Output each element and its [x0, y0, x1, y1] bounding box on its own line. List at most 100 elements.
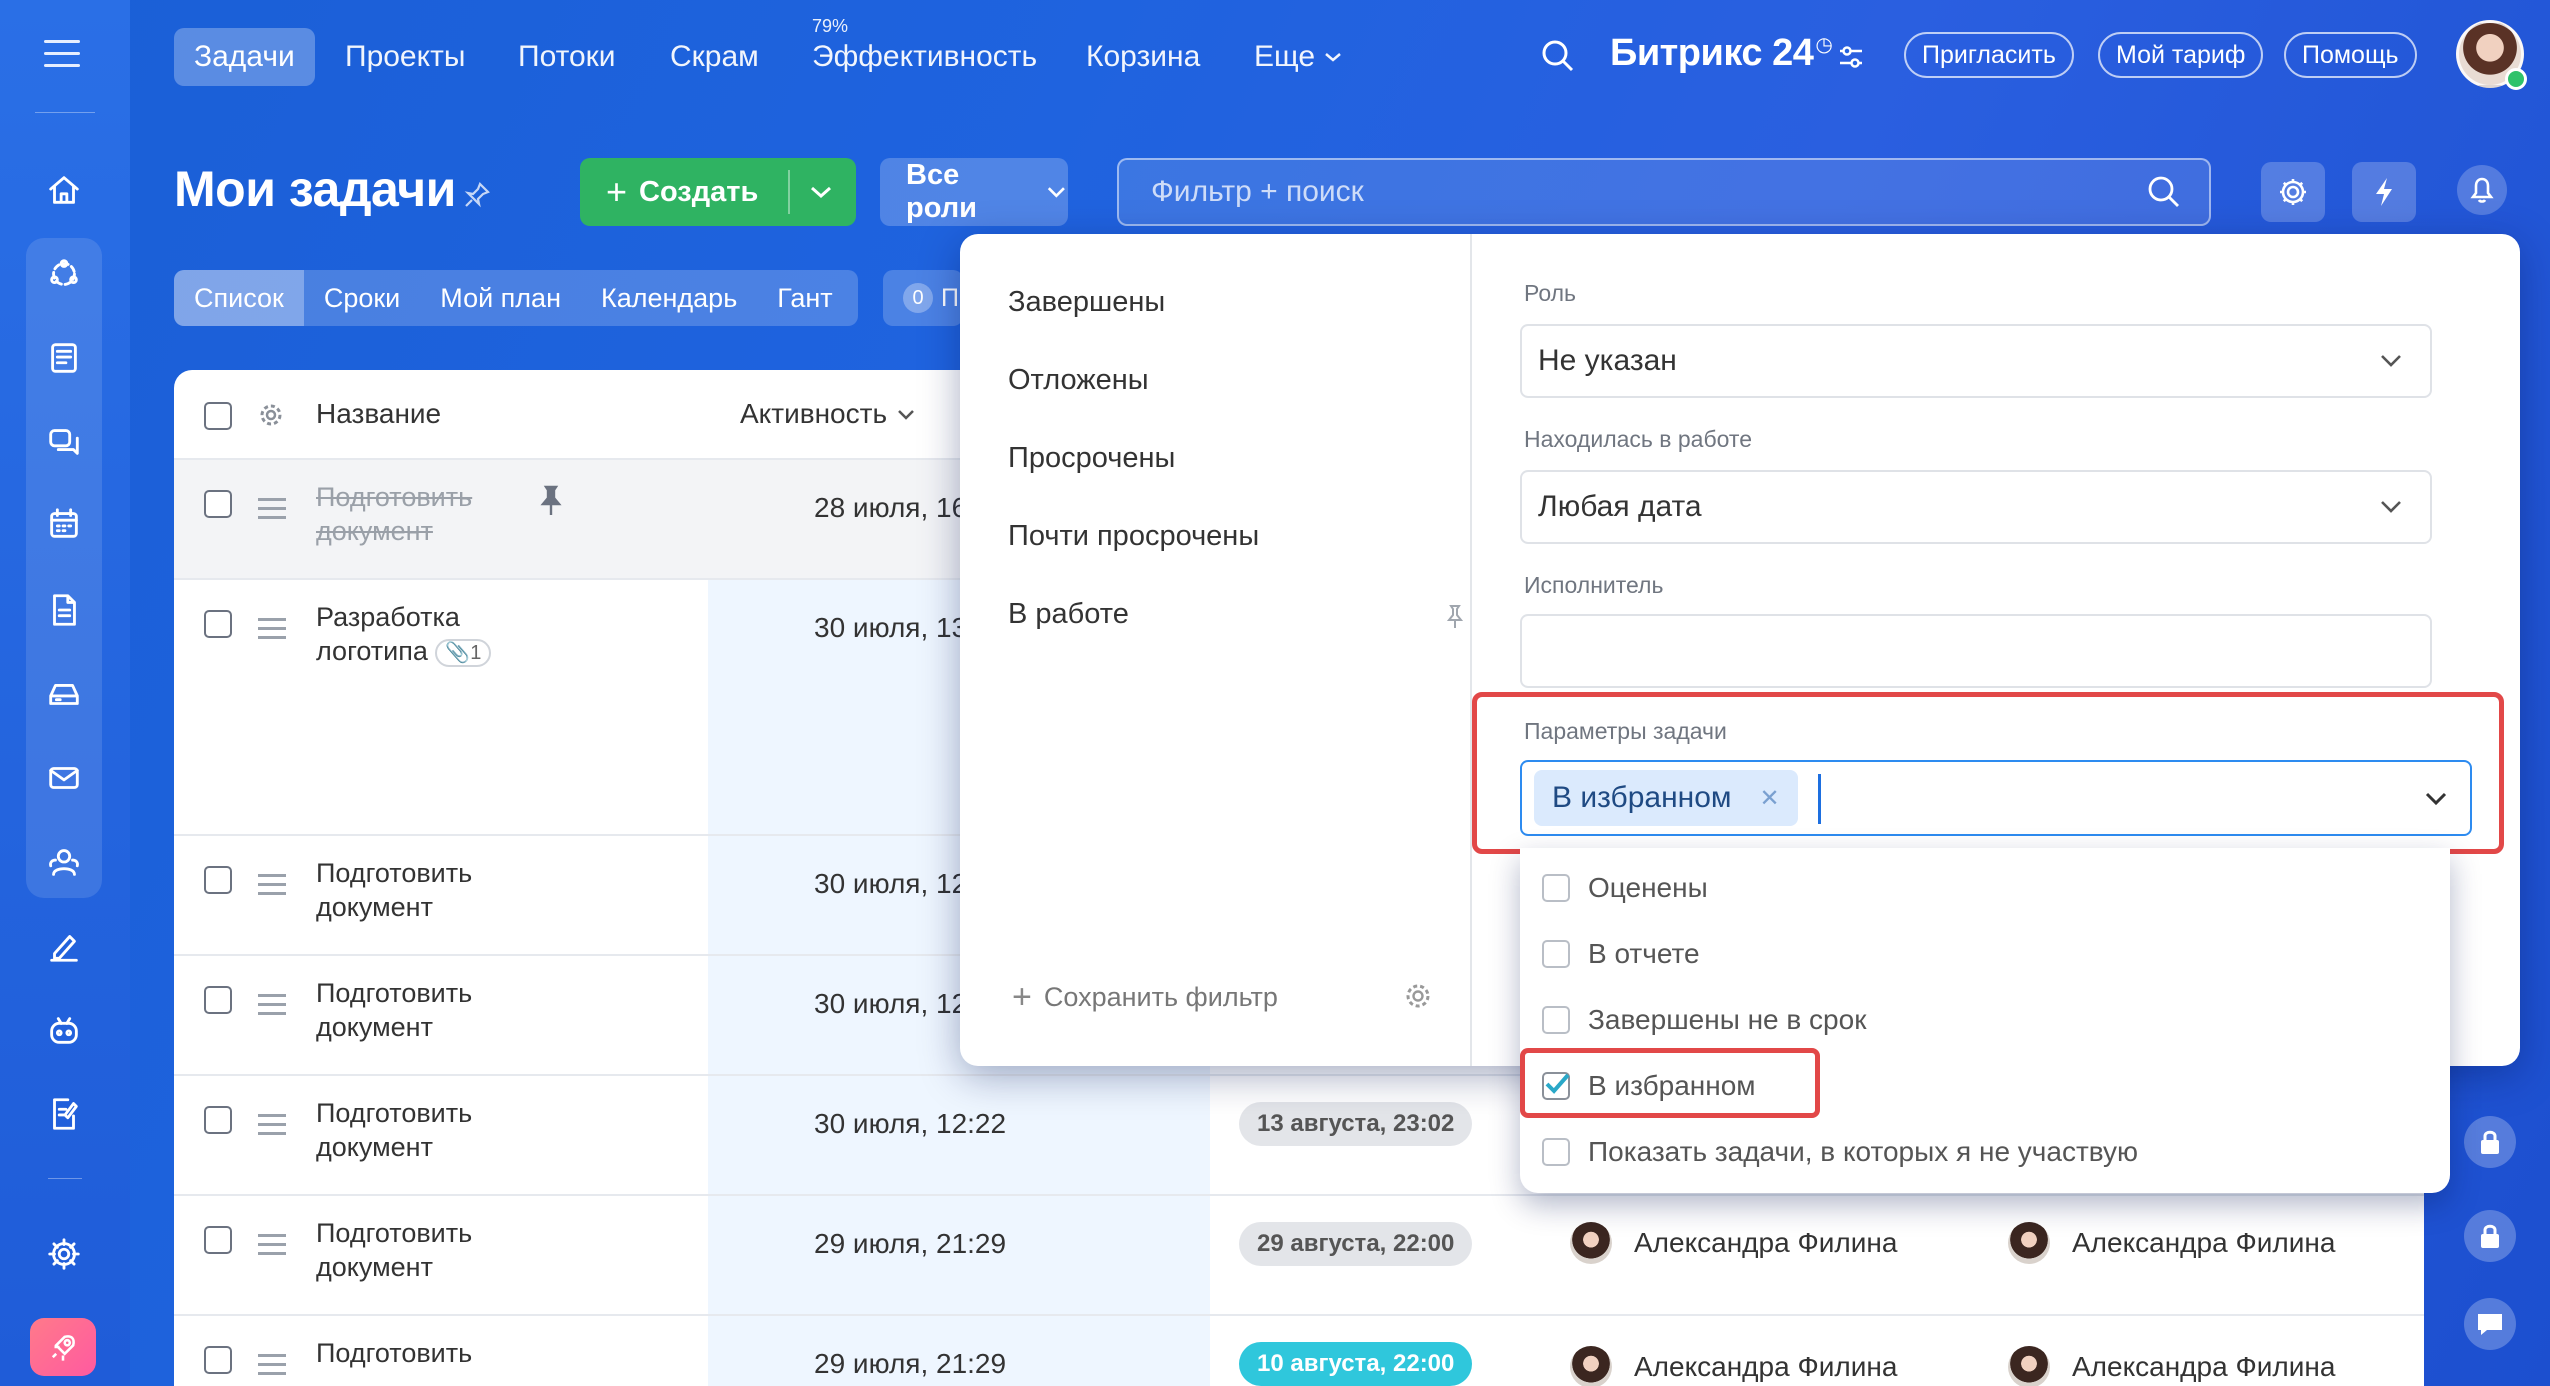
- role-select[interactable]: Не указан: [1520, 324, 2432, 398]
- brand-logo[interactable]: Битрикс 24 ◷: [1610, 32, 1833, 75]
- task-params-select[interactable]: В избранном ✕: [1520, 760, 2472, 836]
- deadline-badge[interactable]: 10 августа, 22:00: [1239, 1342, 1473, 1386]
- task-name[interactable]: Подготовить: [316, 1336, 556, 1370]
- pin-icon[interactable]: [1446, 604, 1464, 630]
- nav-tab-efficiency[interactable]: Эффективность: [812, 28, 1037, 86]
- task-name[interactable]: Разработка логотипа 📎 1: [316, 600, 556, 668]
- home-icon[interactable]: [40, 166, 88, 214]
- option-checkbox[interactable]: [1542, 1006, 1570, 1034]
- lock-icon[interactable]: [2464, 1116, 2516, 1168]
- nav-tab-tasks[interactable]: Задачи: [174, 28, 315, 86]
- option-checkbox[interactable]: [1542, 1138, 1570, 1166]
- assignee-input[interactable]: [1520, 614, 2432, 688]
- assignee[interactable]: Александра Филина: [2008, 1222, 2335, 1264]
- drag-handle-icon[interactable]: [258, 1114, 286, 1141]
- option-in-report[interactable]: В отчете: [1542, 938, 1700, 970]
- column-header-activity[interactable]: Активность: [740, 398, 917, 430]
- tariff-button[interactable]: Мой тариф: [2098, 32, 2264, 78]
- preset-almost-overdue[interactable]: Почти просрочены: [1008, 520, 1259, 553]
- option-checkbox[interactable]: [1542, 940, 1570, 968]
- chat-icon[interactable]: [40, 418, 88, 466]
- option-checkbox[interactable]: [1542, 874, 1570, 902]
- invite-button[interactable]: Пригласить: [1904, 32, 2074, 78]
- calendar-icon[interactable]: [40, 500, 88, 548]
- deadline-badge[interactable]: 13 августа, 23:02: [1239, 1102, 1473, 1146]
- worked-select[interactable]: Любая дата: [1520, 470, 2432, 544]
- robot-icon[interactable]: [40, 1006, 88, 1054]
- help-button[interactable]: Помощь: [2284, 32, 2417, 78]
- row-checkbox[interactable]: [204, 1346, 232, 1374]
- menu-icon[interactable]: [44, 40, 80, 76]
- close-icon[interactable]: ✕: [1760, 784, 1780, 813]
- option-rated[interactable]: Оценены: [1542, 872, 1708, 904]
- drag-handle-icon[interactable]: [258, 874, 286, 901]
- task-name[interactable]: Подготовить документ: [316, 1096, 556, 1164]
- gear-icon[interactable]: [256, 400, 286, 430]
- mail-icon[interactable]: [40, 754, 88, 802]
- drag-handle-icon[interactable]: [258, 994, 286, 1021]
- nav-tab-more[interactable]: Еще: [1254, 28, 1343, 86]
- nav-tab-projects[interactable]: Проекты: [345, 28, 465, 86]
- preset-overdue[interactable]: Просрочены: [1008, 442, 1175, 475]
- chevron-down-icon[interactable]: [808, 180, 834, 204]
- assignee[interactable]: Александра Филина: [2008, 1346, 2335, 1386]
- filter-search-input[interactable]: Фильтр + поиск: [1117, 158, 2211, 226]
- gear-icon[interactable]: [1402, 980, 1434, 1012]
- table-row[interactable]: Подготовить документ 29 июля, 21:29 29 а…: [174, 1196, 2424, 1316]
- drag-handle-icon[interactable]: [258, 618, 286, 645]
- employees-icon[interactable]: [40, 838, 88, 886]
- option-completed-late[interactable]: Завершены не в срок: [1542, 1004, 1866, 1036]
- automation-button[interactable]: [2352, 162, 2416, 222]
- task-name[interactable]: Подготовить документ: [316, 856, 556, 924]
- feed-icon[interactable]: [40, 334, 88, 382]
- row-checkbox[interactable]: [204, 986, 232, 1014]
- drive-icon[interactable]: [40, 670, 88, 718]
- option-not-participating[interactable]: Показать задачи, в которых я не участвую: [1542, 1136, 2138, 1168]
- bell-icon[interactable]: [2456, 164, 2508, 216]
- nav-tab-scrum[interactable]: Скрам: [670, 28, 759, 86]
- row-checkbox[interactable]: [204, 490, 232, 518]
- task-name[interactable]: Подготовить документ: [316, 480, 556, 548]
- crm-icon[interactable]: [40, 250, 88, 298]
- tab-list[interactable]: Список: [174, 270, 304, 326]
- tab-my-plan[interactable]: Мой план: [420, 270, 581, 326]
- drag-handle-icon[interactable]: [258, 1234, 286, 1261]
- tab-gantt[interactable]: Гант: [757, 270, 852, 326]
- preset-in-progress[interactable]: В работе: [1008, 598, 1129, 631]
- table-row[interactable]: Подготовить 29 июля, 21:29 10 августа, 2…: [174, 1316, 2424, 1386]
- pin-icon[interactable]: [540, 484, 562, 518]
- select-all-checkbox[interactable]: [204, 402, 232, 430]
- settings-icon[interactable]: [40, 1230, 88, 1278]
- save-filter-button[interactable]: + Сохранить фильтр: [1012, 978, 1278, 1017]
- selected-chip[interactable]: В избранном ✕: [1534, 770, 1798, 826]
- chevron-down-icon[interactable]: [2424, 790, 2448, 808]
- row-checkbox[interactable]: [204, 1226, 232, 1254]
- document-icon[interactable]: [40, 586, 88, 634]
- pin-icon[interactable]: [462, 180, 492, 210]
- counter-pill[interactable]: 0П: [883, 270, 963, 326]
- create-button[interactable]: + Создать: [580, 158, 856, 226]
- rocket-icon[interactable]: [30, 1318, 96, 1376]
- deadline-badge[interactable]: 29 августа, 22:00: [1239, 1222, 1473, 1266]
- settings-button[interactable]: [2261, 162, 2325, 222]
- chat-icon[interactable]: [2464, 1298, 2516, 1350]
- tab-deadlines[interactable]: Сроки: [304, 270, 420, 326]
- drag-handle-icon[interactable]: [258, 498, 286, 525]
- edit-doc-icon[interactable]: [40, 1090, 88, 1138]
- row-checkbox[interactable]: [204, 1106, 232, 1134]
- task-name[interactable]: Подготовить документ: [316, 1216, 556, 1284]
- task-name[interactable]: Подготовить документ: [316, 976, 556, 1044]
- lock-icon[interactable]: [2464, 1210, 2516, 1262]
- brand-settings-icon[interactable]: [1836, 42, 1866, 72]
- nav-tab-flows[interactable]: Потоки: [518, 28, 616, 86]
- roles-dropdown[interactable]: Все роли: [880, 158, 1068, 226]
- sign-icon[interactable]: [40, 922, 88, 970]
- column-header-name[interactable]: Название: [316, 398, 441, 430]
- drag-handle-icon[interactable]: [258, 1354, 286, 1381]
- row-checkbox[interactable]: [204, 866, 232, 894]
- preset-completed[interactable]: Завершены: [1008, 286, 1165, 319]
- row-checkbox[interactable]: [204, 610, 232, 638]
- nav-tab-trash[interactable]: Корзина: [1086, 28, 1200, 86]
- preset-deferred[interactable]: Отложены: [1008, 364, 1149, 397]
- search-icon[interactable]: [2146, 174, 2182, 210]
